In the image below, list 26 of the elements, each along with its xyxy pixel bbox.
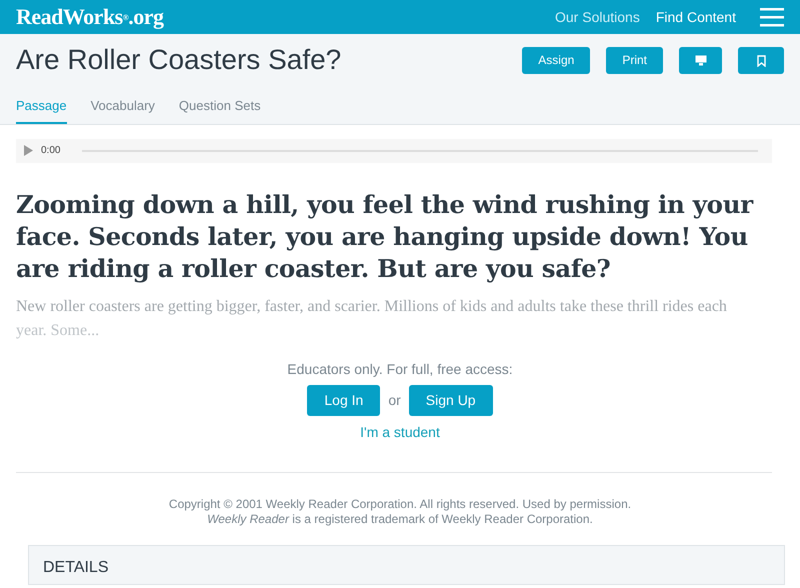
logo[interactable]: ReadWorks$^{®}$.org <box>16 6 164 28</box>
passage-excerpt: New roller coasters are getting bigger, faster, and scarier. Millions of kids and adults take these thrill rides each year. Some... <box>16 296 728 340</box>
nav-link[interactable]: Find Content <box>656 6 736 28</box>
audio-time: 0:00 <box>41 144 60 158</box>
monitor-button[interactable] <box>679 46 722 74</box>
passage-headline: Zooming down a hill, you feel the wind rushing in your face. Seconds later, you are hanging upside down! You are riding a roller coaster. But are you safe? <box>16 188 754 284</box>
details-heading: DETAILS <box>43 558 110 578</box>
or-text: or <box>387 390 402 410</box>
nav-link[interactable]: Our Solutions <box>555 6 640 28</box>
tab[interactable]: Passage <box>16 96 67 124</box>
monitor-icon <box>694 55 706 66</box>
header-button[interactable]: Print <box>606 46 663 74</box>
copyright-text: Copyright © 2001 Weekly Reader Corporation. All rights reserved. Used by permission. <box>168 496 632 512</box>
page-title: Are Roller Coasters Safe? <box>16 43 342 77</box>
header-button[interactable]: Assign <box>522 46 590 74</box>
tab[interactable]: Vocabulary <box>90 96 155 124</box>
bookmark-button[interactable] <box>738 46 784 74</box>
signup-button[interactable]: Sign Up <box>408 384 493 416</box>
copyright-text: Weekly Reader is a registered trademark of Weekly Reader Corporation. <box>207 512 593 526</box>
bookmark-icon <box>756 54 766 67</box>
play-icon[interactable] <box>24 145 33 156</box>
access-prompt: Educators only. For full, free access: <box>287 360 513 379</box>
student-link[interactable]: I'm a student <box>360 422 440 442</box>
tab[interactable]: Question Sets <box>178 96 261 124</box>
login-button[interactable]: Log In <box>307 384 380 416</box>
menu-icon[interactable] <box>760 7 784 27</box>
